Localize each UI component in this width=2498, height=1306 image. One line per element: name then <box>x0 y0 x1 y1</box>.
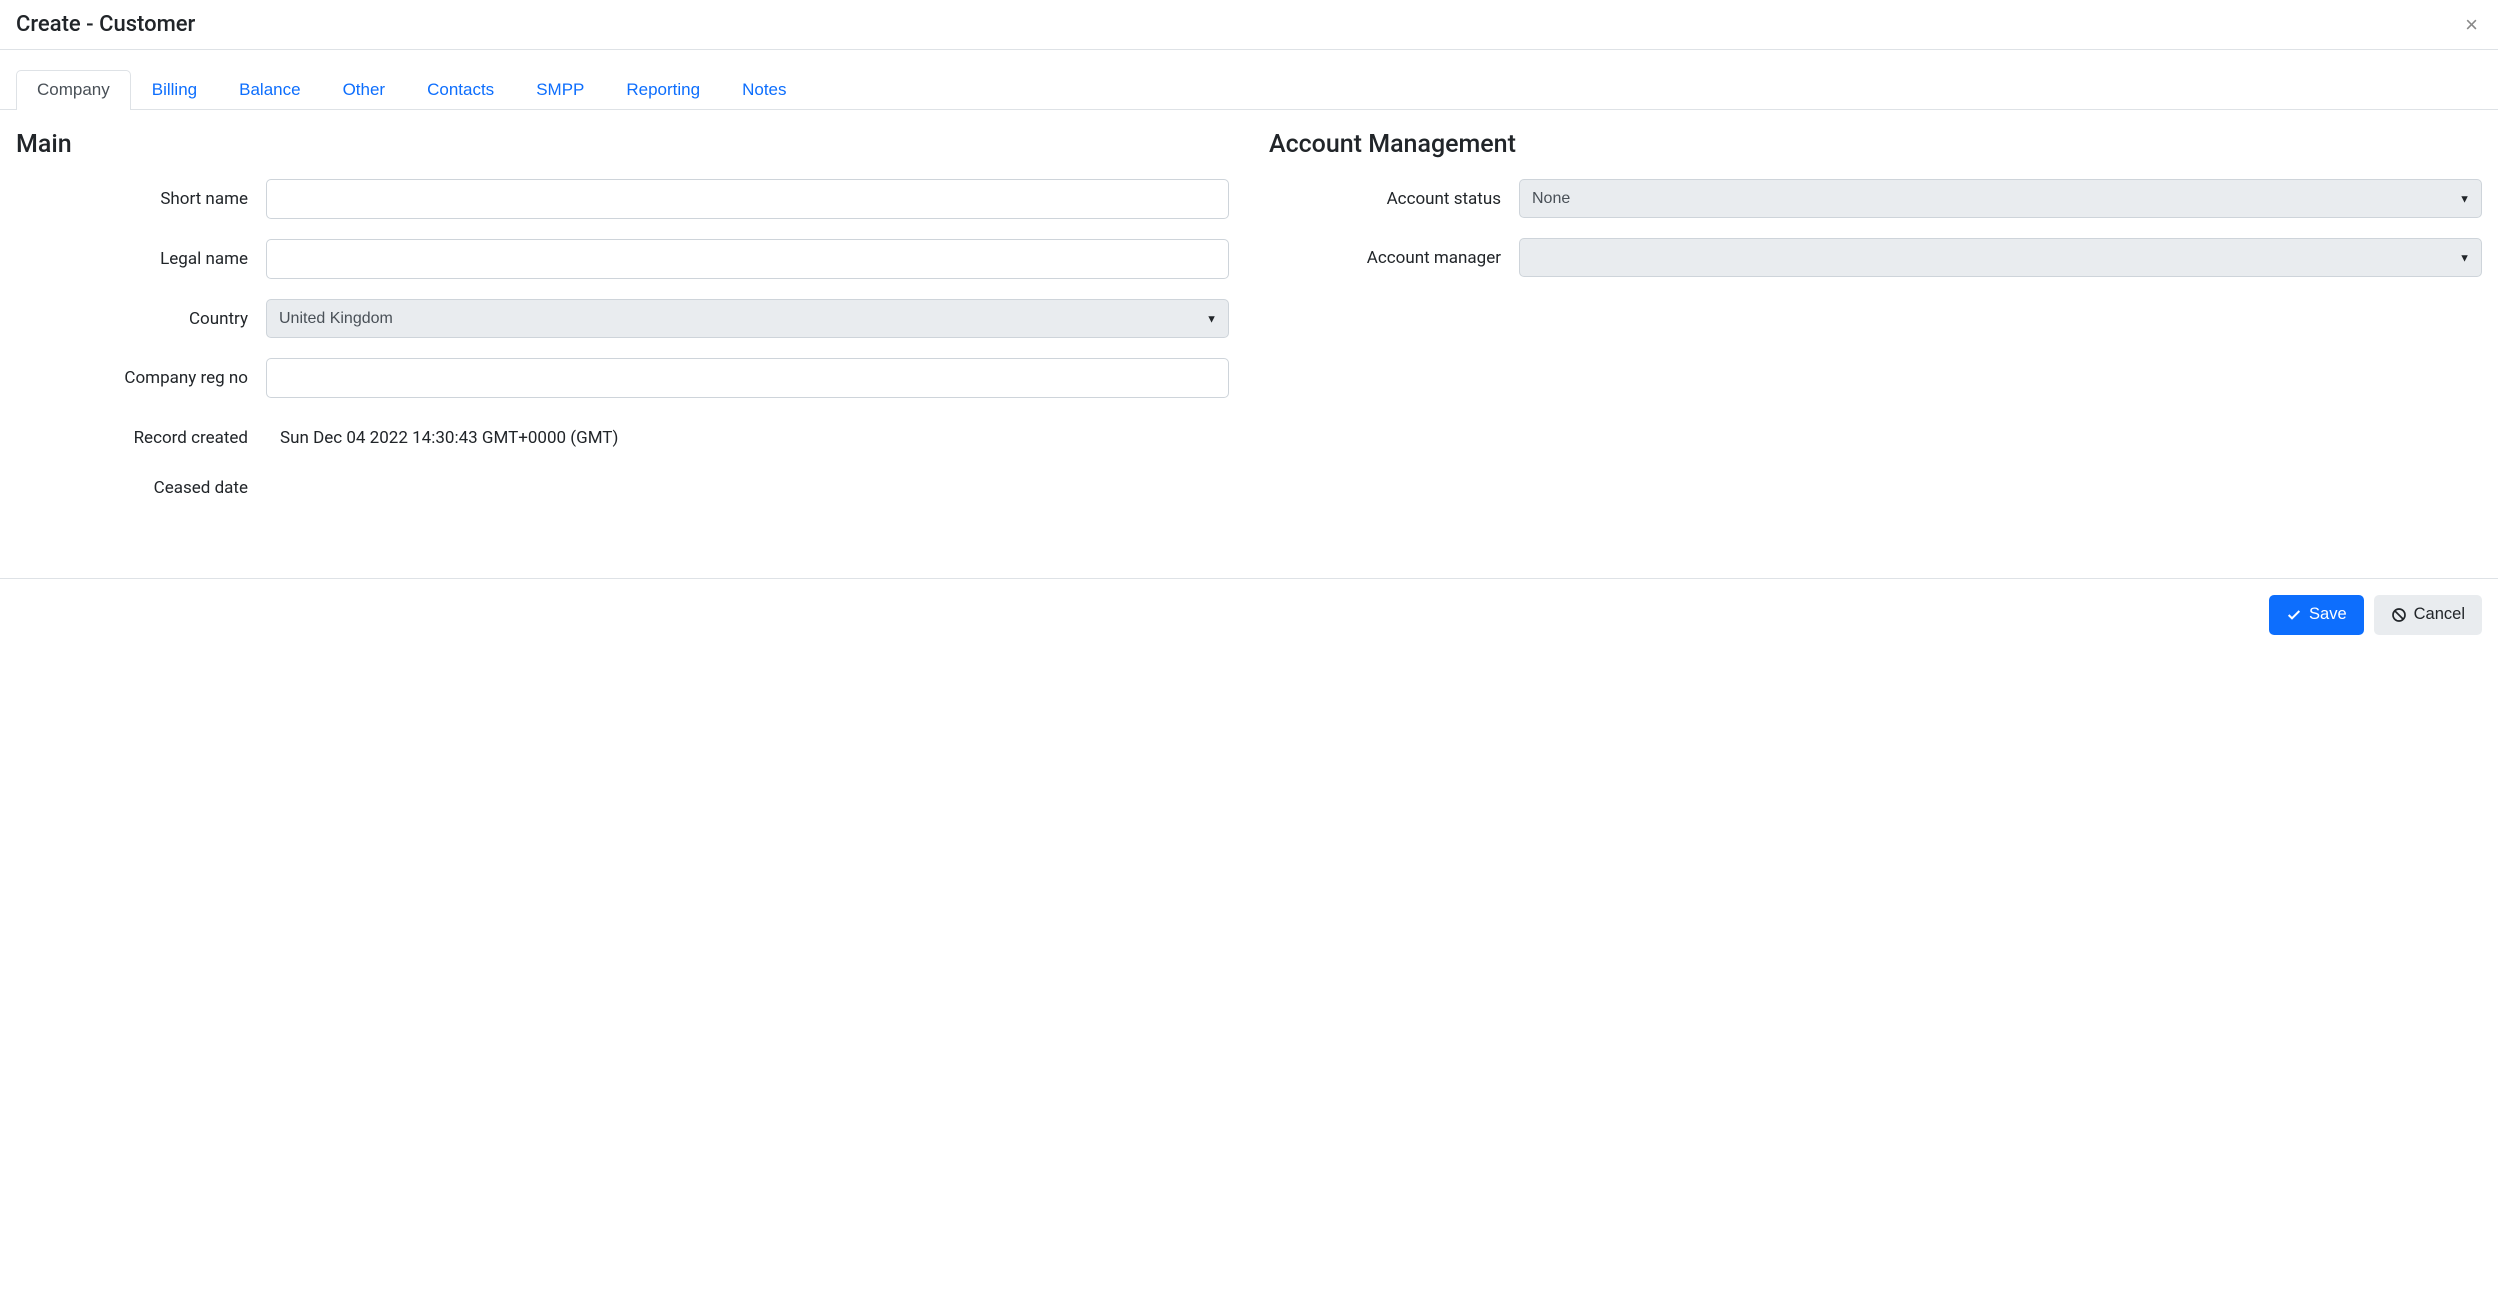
row-country: Country United Kingdom ▼ <box>16 299 1229 338</box>
cancel-button[interactable]: Cancel <box>2374 595 2482 635</box>
tab-notes[interactable]: Notes <box>721 70 807 109</box>
row-account-manager: Account manager ▼ <box>1269 238 2482 277</box>
account-status-select[interactable]: None <box>1519 179 2482 218</box>
short-name-input[interactable] <box>266 179 1229 219</box>
row-legal-name: Legal name <box>16 239 1229 279</box>
record-created-value: Sun Dec 04 2022 14:30:43 GMT+0000 (GMT) <box>266 418 1229 458</box>
header-divider <box>0 49 2498 50</box>
label-company-reg-no: Company reg no <box>16 368 266 388</box>
close-button[interactable]: × <box>2461 14 2482 36</box>
tab-reporting[interactable]: Reporting <box>605 70 721 109</box>
modal-header: Create - Customer × <box>0 0 2498 49</box>
label-short-name: Short name <box>16 189 266 209</box>
modal-footer: Save Cancel <box>0 578 2498 651</box>
section-title-account: Account Management <box>1269 130 2482 159</box>
tab-other[interactable]: Other <box>322 70 407 109</box>
modal-title: Create - Customer <box>16 12 195 37</box>
close-icon: × <box>2465 12 2478 37</box>
row-short-name: Short name <box>16 179 1229 219</box>
label-country: Country <box>16 309 266 329</box>
label-record-created: Record created <box>16 428 266 448</box>
ceased-date-value <box>266 478 1229 498</box>
legal-name-input[interactable] <box>266 239 1229 279</box>
check-icon <box>2286 607 2302 623</box>
section-title-main: Main <box>16 130 1229 159</box>
save-button-label: Save <box>2309 605 2347 625</box>
ban-icon <box>2391 607 2407 623</box>
main-column: Main Short name Legal name Country Unite… <box>16 130 1229 518</box>
row-record-created: Record created Sun Dec 04 2022 14:30:43 … <box>16 418 1229 458</box>
row-company-reg-no: Company reg no <box>16 358 1229 398</box>
account-column: Account Management Account status None ▼… <box>1269 130 2482 518</box>
label-account-manager: Account manager <box>1269 248 1519 268</box>
cancel-button-label: Cancel <box>2414 605 2465 625</box>
content: Main Short name Legal name Country Unite… <box>0 110 2498 578</box>
tab-contacts[interactable]: Contacts <box>406 70 515 109</box>
label-ceased-date: Ceased date <box>16 478 266 498</box>
country-select[interactable]: United Kingdom <box>266 299 1229 338</box>
tab-smpp[interactable]: SMPP <box>515 70 605 109</box>
tab-company[interactable]: Company <box>16 70 131 109</box>
tab-billing[interactable]: Billing <box>131 70 218 109</box>
row-account-status: Account status None ▼ <box>1269 179 2482 218</box>
company-reg-no-input[interactable] <box>266 358 1229 398</box>
tabs-nav: Company Billing Balance Other Contacts S… <box>0 70 2498 110</box>
label-account-status: Account status <box>1269 189 1519 209</box>
tab-balance[interactable]: Balance <box>218 70 321 109</box>
save-button[interactable]: Save <box>2269 595 2364 635</box>
label-legal-name: Legal name <box>16 249 266 269</box>
row-ceased-date: Ceased date <box>16 478 1229 498</box>
account-manager-select[interactable] <box>1519 238 2482 277</box>
